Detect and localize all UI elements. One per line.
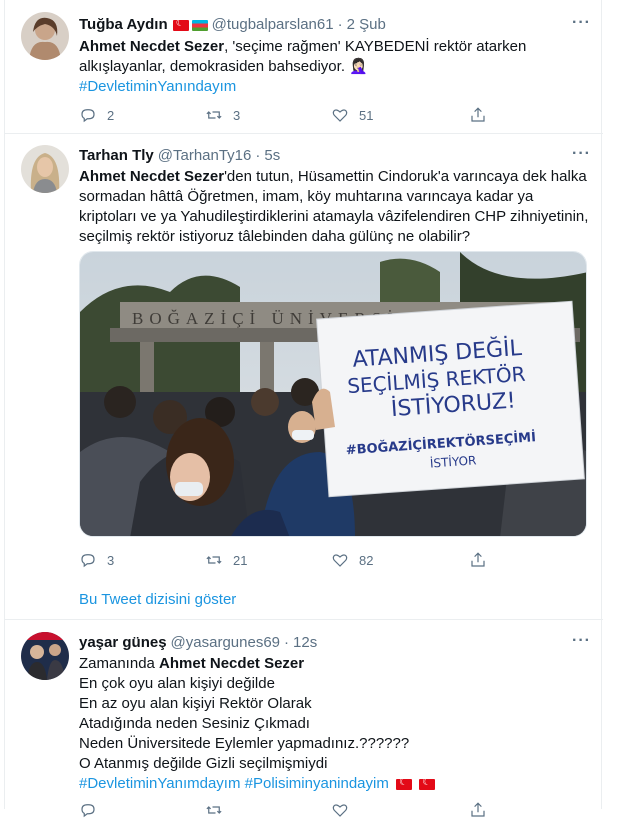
more-options-icon[interactable]: ··· [572, 13, 591, 33]
retweet-button[interactable]: 3 [205, 105, 331, 125]
tweet-line: En çok oyu alan kişiyi değilde [79, 675, 275, 692]
share-icon [471, 802, 485, 817]
timestamp[interactable]: 2 Şub [347, 15, 386, 35]
like-button[interactable]: 51 [331, 105, 469, 125]
mention-bold: Ahmet Necdet Sezer [79, 38, 225, 55]
tweet-line: En az oyu alan kişiyi Rektör Olarak [79, 695, 312, 712]
reply-button[interactable]: 2 [79, 105, 205, 125]
tweet-actions [79, 800, 519, 820]
tweet-header: yaşar güneş @yasargunes69 · 12s ··· [79, 631, 591, 653]
like-count: 51 [359, 107, 374, 123]
share-button[interactable] [469, 550, 499, 570]
reply-count: 3 [107, 552, 115, 568]
tweet-line: O Atanmış değilde Gizli seçilmişmiydi [79, 755, 328, 772]
retweet-icon [206, 556, 222, 564]
tweet-text: Zamanında Ahmet Necdet Sezer En çok oyu … [79, 654, 585, 794]
handle[interactable]: @TarhanTy16 [158, 146, 252, 166]
avatar[interactable] [21, 632, 69, 680]
turkey-flag-icon [172, 17, 189, 31]
tweet-actions: 2 3 51 [79, 105, 519, 125]
like-button[interactable] [331, 800, 469, 820]
reply-icon [81, 554, 95, 568]
separator-dot: · [255, 147, 261, 164]
display-name[interactable]: Tarhan Tly [79, 146, 154, 166]
separator-dot: · [284, 634, 290, 651]
handle[interactable]: @tugbalparslan61 [212, 15, 334, 35]
avatar-image [21, 145, 69, 193]
tweet-text: Ahmet Necdet Sezer, 'seçime rağmen' KAYB… [79, 37, 585, 97]
turkey-flag-icon [396, 776, 413, 790]
hashtag-link[interactable]: #DevletiminYanımdayım [79, 775, 240, 792]
hashtag-link[interactable]: #DevletiminYanındayım [79, 78, 236, 95]
retweet-icon [206, 111, 222, 119]
mention-bold: Ahmet Necdet Sezer [79, 168, 225, 185]
retweet-button[interactable]: 21 [205, 550, 331, 570]
reply-icon [81, 109, 95, 123]
avatar-image [21, 632, 69, 680]
handle[interactable]: @yasargunes69 [171, 633, 280, 653]
azerbaijan-flag-icon [191, 19, 208, 31]
timestamp[interactable]: 5s [264, 146, 280, 166]
tweet-text: Ahmet Necdet Sezer'den tutun, Hüsamettin… [79, 167, 589, 247]
retweet-count: 21 [233, 552, 248, 568]
tweet-line: Atadığında neden Sesiniz Çıkmadı [79, 715, 310, 732]
timestamp[interactable]: 12s [293, 633, 317, 653]
share-button[interactable] [469, 105, 499, 125]
turkey-flag-icon [419, 776, 436, 790]
line-prefix: Zamanında [79, 655, 160, 672]
share-button[interactable] [469, 800, 499, 820]
reply-button[interactable]: 3 [79, 550, 205, 570]
more-options-icon[interactable]: ··· [572, 631, 591, 651]
reply-count: 2 [107, 107, 115, 123]
timeline: Tuğba Aydın @tugbalparslan61 · 2 Şub ···… [4, 0, 603, 818]
avatar[interactable] [21, 12, 69, 60]
protest-photo: BOĞAZİÇİ ÜNİVERSİTESİ ATANMIŞ DEĞİL SEÇİ… [80, 252, 586, 536]
tweet-line: #DevletiminYanımdayım #Polisiminyaninday… [79, 774, 585, 794]
share-icon [471, 552, 485, 567]
like-button[interactable]: 82 [331, 550, 469, 570]
more-options-icon[interactable]: ··· [572, 144, 591, 164]
mention-bold: Ahmet Necdet Sezer [159, 655, 305, 672]
tweet[interactable]: yaşar güneş @yasargunes69 · 12s ··· Zama… [5, 620, 603, 818]
tweet-actions: 3 21 82 [79, 550, 519, 570]
avatar[interactable] [21, 145, 69, 193]
tweet-photo[interactable]: BOĞAZİÇİ ÜNİVERSİTESİ ATANMIŞ DEĞİL SEÇİ… [79, 251, 587, 537]
reply-button[interactable] [79, 800, 205, 820]
tweet-line: Neden Üniversitede Eylemler yapmadınız.?… [79, 735, 410, 752]
retweet-button[interactable] [205, 800, 331, 820]
display-name[interactable]: yaşar güneş [79, 633, 167, 653]
like-icon [332, 554, 348, 567]
separator-dot: · [337, 16, 343, 33]
share-icon [471, 107, 485, 122]
avatar-image [21, 12, 69, 60]
show-thread-link[interactable]: Bu Tweet dizisini göster [79, 590, 236, 610]
retweet-count: 3 [233, 107, 241, 123]
hashtag-link[interactable]: #Polisiminyanindayim [245, 775, 389, 792]
like-icon [332, 109, 348, 122]
retweet-icon [206, 806, 222, 814]
like-icon [332, 804, 348, 817]
reply-icon [81, 804, 95, 818]
tweet[interactable]: Tuğba Aydın @tugbalparslan61 · 2 Şub ···… [5, 0, 603, 134]
tweet-header: Tuğba Aydın @tugbalparslan61 · 2 Şub ··· [79, 13, 591, 35]
like-count: 82 [359, 552, 374, 568]
display-name[interactable]: Tuğba Aydın [79, 15, 168, 35]
protest-sign: ATANMIŞ DEĞİL SEÇİLMİŞ REKTÖR İSTİYORUZ!… [316, 300, 585, 498]
tweet-line: Zamanında Ahmet Necdet Sezer [79, 654, 585, 674]
tweet-header: Tarhan Tly @TarhanTy16 · 5s ··· [79, 144, 591, 166]
